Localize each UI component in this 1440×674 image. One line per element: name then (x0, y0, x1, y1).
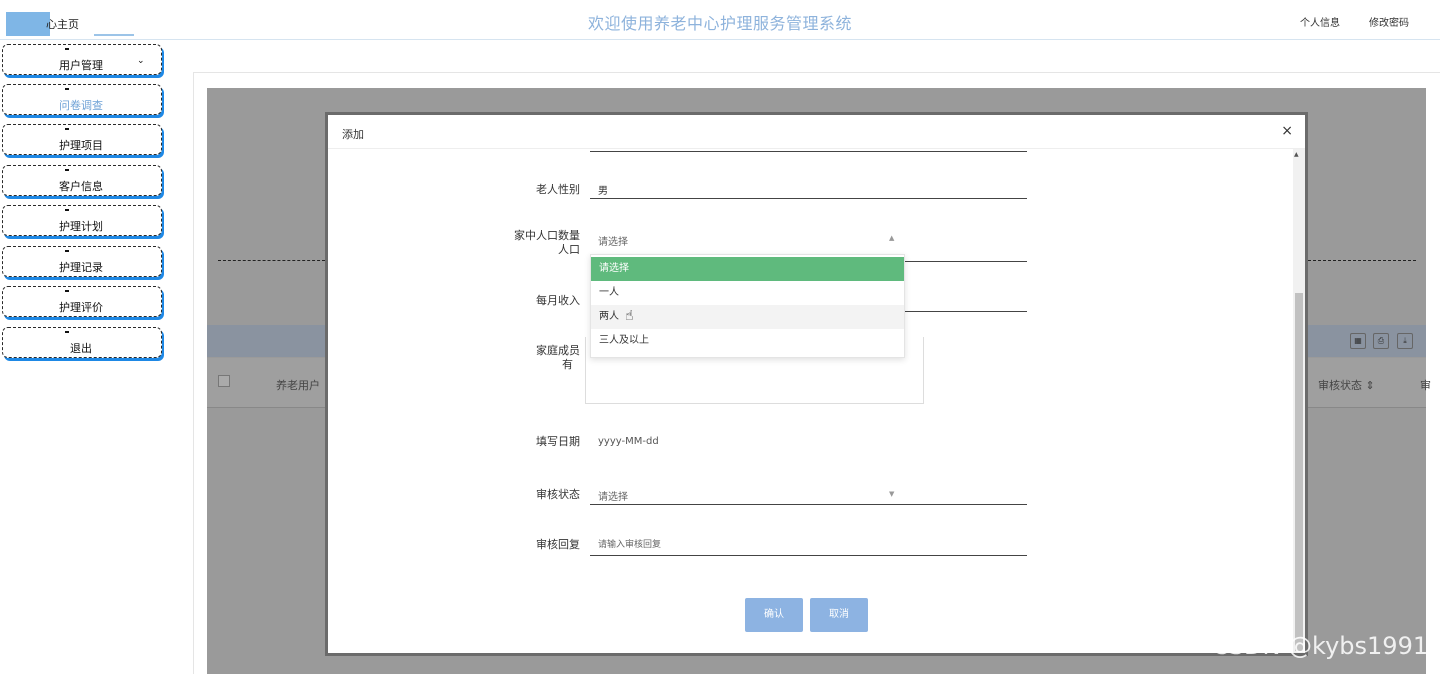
income-label: 每月收入 (536, 294, 580, 307)
chevron-down-icon: ⌄ (137, 56, 145, 66)
dialog-header-divider (328, 148, 1305, 149)
dropdown-option[interactable]: 两人 (591, 305, 904, 329)
sidebar-item-label: 护理项目 (59, 139, 103, 152)
profile-link[interactable]: 个人信息 (1300, 14, 1340, 29)
review-status-select[interactable]: 请选择 (590, 483, 1027, 505)
sidebar-item-label: 护理评价 (59, 301, 103, 314)
dropdown-option[interactable]: 三人及以上 (591, 329, 904, 353)
family-label: 家庭成员 (536, 344, 580, 357)
home-tab-underline (94, 34, 134, 36)
select-all-checkbox[interactable] (218, 375, 230, 387)
nav-dot (65, 169, 69, 171)
column-header-label: 审核状态 (1318, 379, 1362, 392)
cancel-button[interactable]: 取消 (810, 598, 868, 632)
sidebar: 用户管理 ⌄ 问卷调查 护理项目 客户信息 护理计划 护理记录 护理评价 退出 (0, 42, 168, 674)
sidebar-item-care-records[interactable]: 护理记录 (2, 246, 162, 277)
scroll-up-icon[interactable]: ▲ (1294, 151, 1299, 158)
sidebar-item-label: 客户信息 (59, 180, 103, 193)
print-icon[interactable]: ⎙ (1373, 333, 1389, 349)
household-label: 家中人口数量 (514, 229, 580, 242)
column-header-extra[interactable]: 审 (1420, 377, 1431, 393)
sidebar-item-logout[interactable]: 退出 (2, 327, 162, 358)
gender-label: 老人性别 (536, 183, 580, 196)
caret-down-icon: ▼ (889, 490, 895, 498)
add-dialog: 添加 × 老人性别 男 家中人口数量 人口 请选择 ▲ 每月收入 家庭成员 有 … (325, 112, 1308, 656)
household-label-line2: 人口 (558, 243, 580, 256)
sidebar-item-label: 退出 (70, 342, 92, 355)
sidebar-item-label: 问卷调查 (59, 99, 103, 112)
column-header-username[interactable]: 养老用户 (276, 377, 320, 393)
grid-icon[interactable]: ▦ (1350, 333, 1366, 349)
nav-dot (65, 209, 69, 211)
dialog-title: 添加 (342, 128, 364, 141)
dropdown-option[interactable]: 请选择 (591, 257, 904, 281)
divider (1308, 260, 1416, 261)
sidebar-item-care-plan[interactable]: 护理计划 (2, 205, 162, 236)
caret-up-icon: ▲ (889, 234, 895, 242)
close-icon[interactable]: × (1281, 123, 1293, 139)
date-input[interactable]: yyyy-MM-dd (598, 436, 659, 447)
export-icon[interactable]: ⤓ (1397, 333, 1413, 349)
top-header: 心主页 欢迎使用养老中心护理服务管理系统 个人信息 修改密码 (0, 0, 1440, 40)
sidebar-item-label: 护理记录 (59, 261, 103, 274)
sidebar-item-user-management[interactable]: 用户管理 ⌄ (2, 44, 162, 75)
column-header-review-status[interactable]: 审核状态 ⇕ (1318, 377, 1375, 393)
sidebar-item-survey[interactable]: 问卷调查 (2, 84, 162, 115)
review-reply-label: 审核回复 (536, 538, 580, 551)
sidebar-item-care-evaluation[interactable]: 护理评价 (2, 286, 162, 317)
nav-dot (65, 48, 69, 50)
dropdown-option[interactable]: 一人 (591, 281, 904, 305)
nav-dot (65, 250, 69, 252)
gender-value: 男 (598, 186, 608, 197)
divider (218, 260, 325, 261)
review-status-placeholder: 请选择 (598, 492, 628, 503)
dialog-scrollbar-thumb[interactable] (1295, 293, 1303, 651)
date-label: 填写日期 (536, 435, 580, 448)
sidebar-item-label: 护理计划 (59, 220, 103, 233)
review-reply-input[interactable]: 请输入审核回复 (590, 532, 1027, 556)
nav-dot (65, 128, 69, 130)
sidebar-item-label: 用户管理 (59, 59, 103, 72)
nav-dot (65, 290, 69, 292)
change-password-link[interactable]: 修改密码 (1369, 14, 1409, 29)
field-underline (590, 151, 1027, 152)
watermark: CSDN @kybs1991 (1212, 632, 1429, 660)
household-dropdown: 请选择 一人 两人 三人及以上 (590, 254, 905, 358)
review-reply-placeholder: 请输入审核回复 (598, 540, 662, 550)
gender-field[interactable]: 男 (590, 177, 1027, 199)
hand-cursor-icon: ☝ (625, 308, 634, 324)
sidebar-item-care-projects[interactable]: 护理项目 (2, 124, 162, 155)
sort-icon: ⇕ (1365, 379, 1375, 392)
family-label-line2: 有 (562, 358, 573, 371)
sidebar-item-customer-info[interactable]: 客户信息 (2, 165, 162, 196)
nav-dot (65, 88, 69, 90)
nav-dot (65, 331, 69, 333)
page-title: 欢迎使用养老中心护理服务管理系统 (587, 14, 852, 33)
review-status-label: 审核状态 (536, 488, 580, 501)
confirm-button[interactable]: 确认 (745, 598, 803, 632)
household-placeholder: 请选择 (598, 237, 628, 248)
